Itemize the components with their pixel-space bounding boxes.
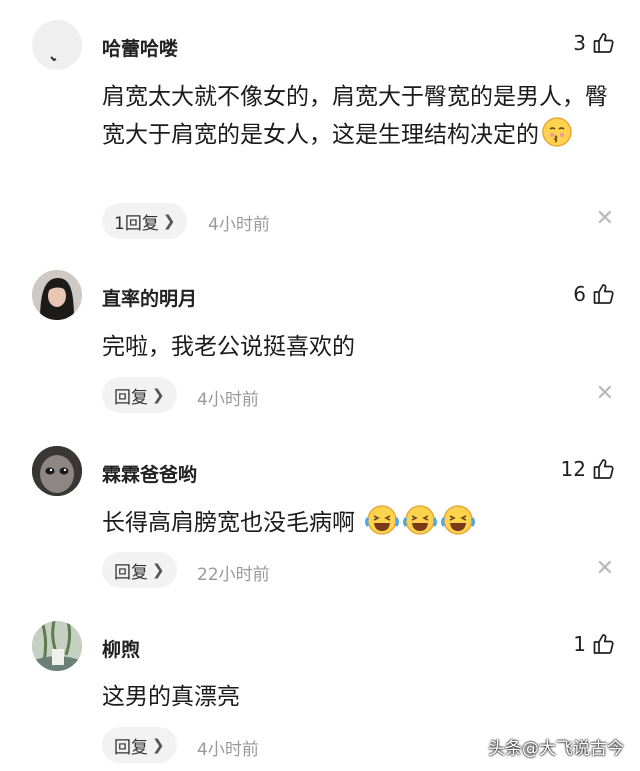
close-icon[interactable]: ✕: [596, 208, 614, 230]
username[interactable]: 哈蕾哈喽: [102, 34, 178, 61]
reply-button[interactable]: 回复 ❯: [102, 727, 177, 763]
comment-text: 肩宽太大就不像女的，肩宽大于臀宽的是男人，臀宽大于肩宽的是女人，这是生理结构决定…: [102, 79, 612, 160]
like-count: 6: [573, 282, 586, 306]
username[interactable]: 直率的明月: [102, 284, 197, 311]
avatar[interactable]: [32, 270, 82, 320]
like-button[interactable]: 1: [573, 632, 616, 656]
like-button[interactable]: 6: [573, 282, 616, 306]
laughing-crying-face-icon: [364, 504, 400, 548]
reply-label: 回复: [114, 387, 148, 408]
like-button[interactable]: 12: [561, 457, 616, 481]
avatar[interactable]: [32, 20, 82, 70]
like-button[interactable]: 3: [573, 31, 616, 55]
reply-button[interactable]: 1回复 ❯: [102, 203, 188, 239]
comment-text-content: 肩宽太大就不像女的，肩宽大于臀宽的是男人，臀宽大于肩宽的是女人，这是生理结构决定…: [102, 84, 608, 148]
thumbs-up-icon: [593, 284, 614, 304]
thumbs-up-icon: [593, 634, 614, 654]
comment-text: 长得高肩膀宽也没毛病啊: [102, 504, 612, 548]
reply-label: 回复: [114, 737, 148, 758]
comment-text-content: 长得高肩膀宽也没毛病啊: [102, 510, 355, 536]
comment-text: 完啦，我老公说挺喜欢的: [102, 334, 355, 360]
watermark: 头条@大飞说古今: [488, 739, 624, 759]
thumbs-up-icon: [593, 459, 614, 479]
avatar[interactable]: [32, 446, 82, 496]
laughing-crying-face-icon: [440, 504, 476, 548]
kissing-face-icon: [541, 116, 573, 160]
reply-label: 1回复: [114, 213, 159, 234]
timestamp: 4小时前: [208, 215, 270, 235]
like-count: 12: [560, 457, 586, 481]
timestamp: 4小时前: [197, 740, 259, 760]
like-count: 3: [573, 31, 586, 55]
like-count: 1: [573, 632, 586, 656]
reply-button[interactable]: 回复 ❯: [102, 552, 177, 588]
avatar[interactable]: [32, 621, 82, 671]
username[interactable]: 柳煦: [102, 635, 140, 662]
chevron-right-icon: ❯: [152, 386, 165, 404]
reply-button[interactable]: 回复 ❯: [102, 377, 177, 413]
comment-text: 这男的真漂亮: [102, 684, 240, 710]
reply-label: 回复: [114, 562, 148, 583]
username[interactable]: 霖霖爸爸哟: [102, 460, 197, 487]
chevron-right-icon: ❯: [162, 212, 176, 230]
close-icon[interactable]: ✕: [596, 383, 614, 405]
timestamp: 4小时前: [197, 390, 259, 410]
close-icon[interactable]: ✕: [596, 558, 614, 580]
timestamp: 22小时前: [197, 565, 270, 585]
chevron-right-icon: ❯: [152, 561, 165, 579]
chevron-right-icon: ❯: [152, 736, 165, 754]
laughing-crying-face-icon: [402, 504, 438, 548]
thumbs-up-icon: [593, 33, 614, 53]
